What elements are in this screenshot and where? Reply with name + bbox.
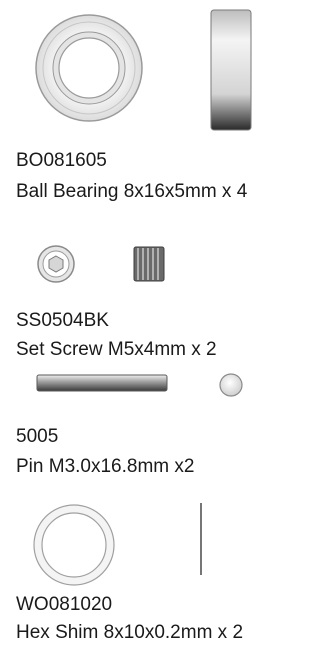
part-code: SS0504BK: [16, 310, 109, 331]
part-code: 5005: [16, 426, 59, 447]
ball-bearing-front-view: [35, 14, 143, 122]
part-code: BO081605: [16, 150, 107, 171]
part-code: WO081020: [16, 594, 113, 615]
ball-bearing-side-view: [210, 9, 252, 131]
pin-side-view: [36, 374, 168, 392]
set-screw-end-view: [37, 245, 75, 283]
set-screw-side-view: [133, 246, 165, 282]
hex-shim-side-view: [200, 503, 202, 575]
part-description: Set Screw M5x4mm x 2: [16, 339, 217, 360]
hex-shim-front-view: [33, 504, 115, 586]
part-description: Ball Bearing 8x16x5mm x 4: [16, 181, 248, 202]
part-description: Pin M3.0x16.8mm x2: [16, 456, 195, 477]
part-description: Hex Shim 8x10x0.2mm x 2: [16, 622, 244, 643]
pin-end-view: [219, 373, 243, 397]
